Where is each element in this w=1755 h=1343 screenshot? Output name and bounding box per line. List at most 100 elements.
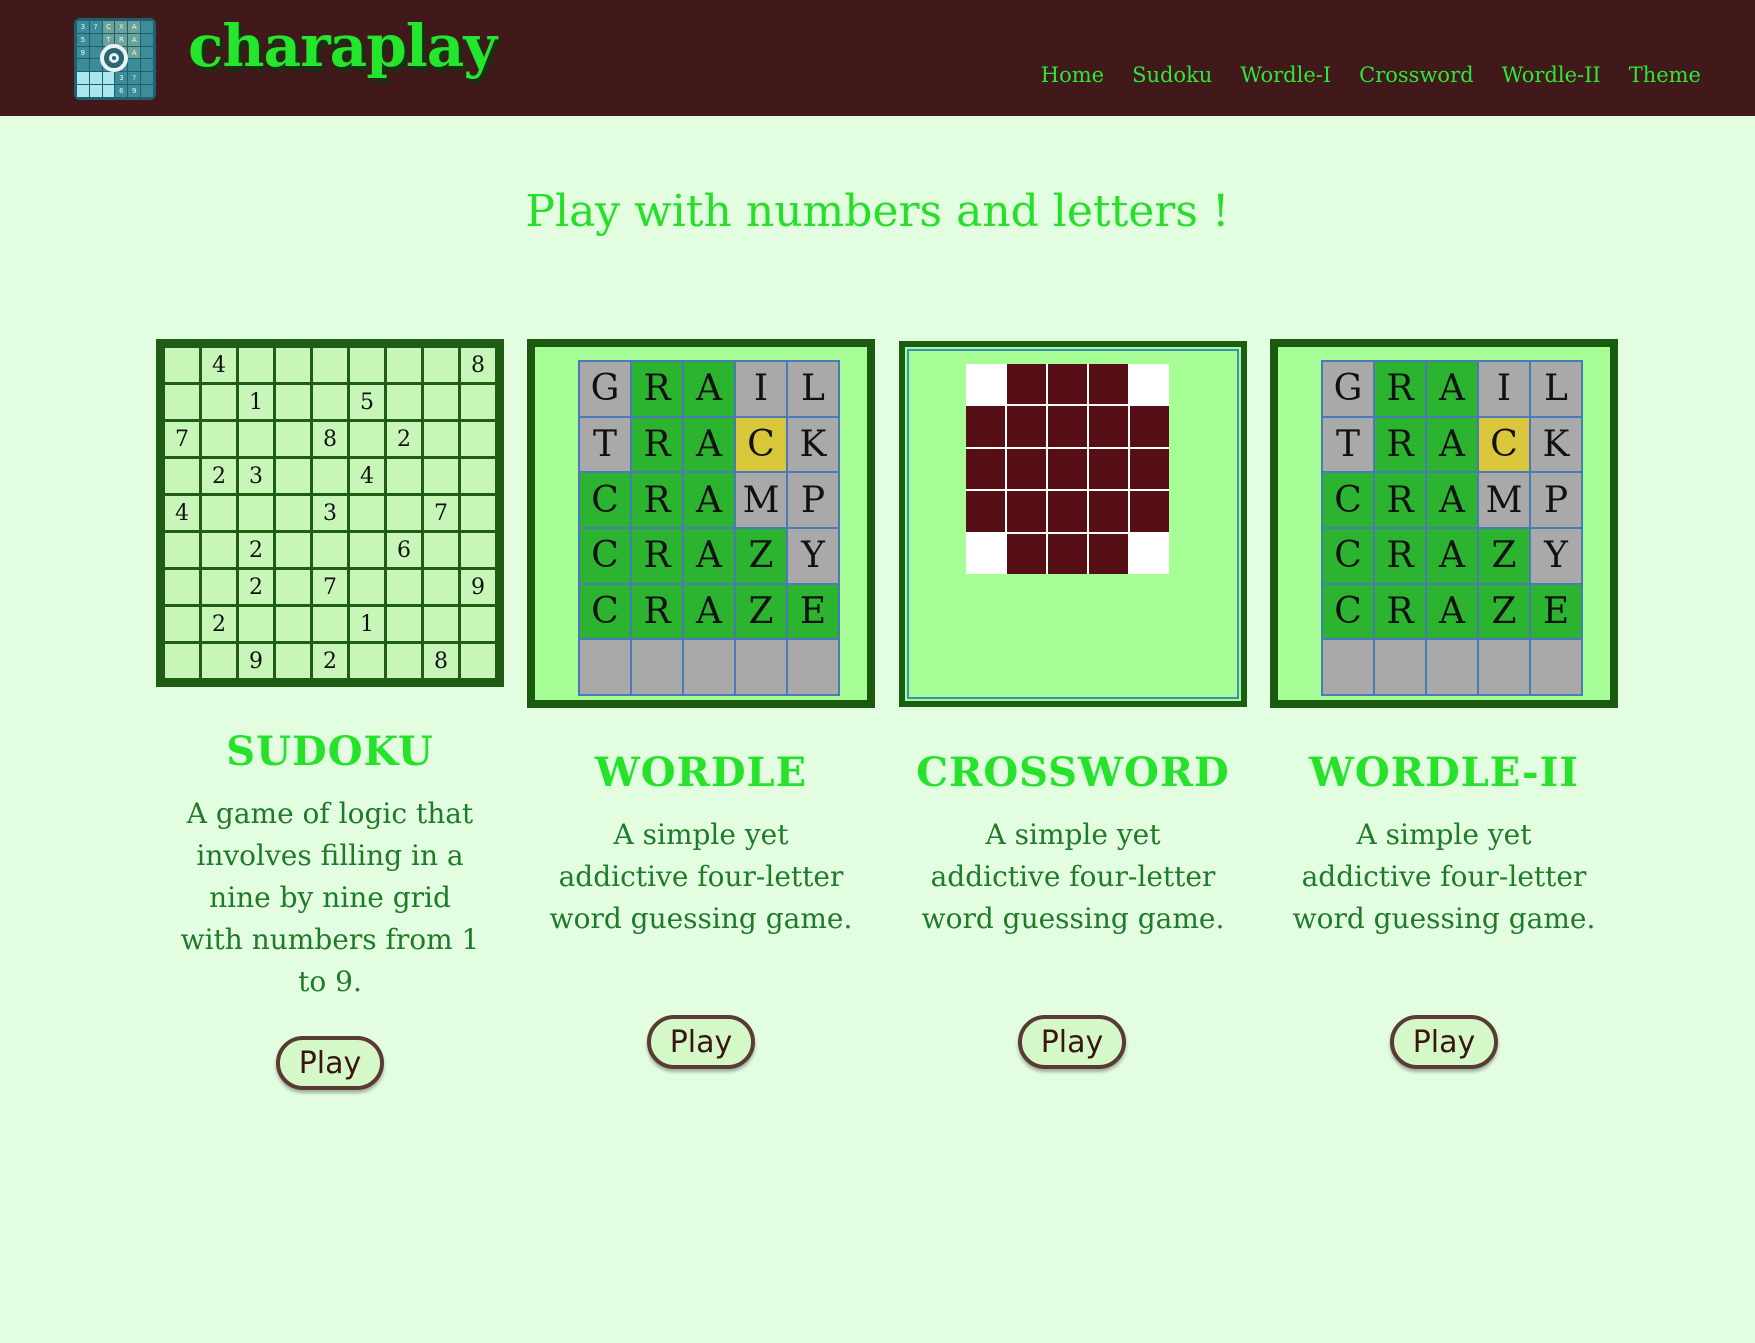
wordle-tile: R	[1375, 362, 1425, 416]
wordle-tile: M	[736, 473, 786, 527]
crossword-cell	[1007, 448, 1046, 490]
sudoku-preview-image[interactable]: 48157822344372627921928	[156, 339, 504, 687]
wordle-tile: A	[684, 362, 734, 416]
wordle-tile	[1479, 640, 1529, 694]
charaplay-logo-icon[interactable]: 3?CXA 5TRA 9EA 5 3? 69	[74, 18, 156, 100]
wordle-tile	[580, 640, 630, 694]
sudoku-cell	[313, 607, 347, 641]
crossword-preview-image[interactable]	[899, 341, 1247, 707]
brand-name[interactable]: charaplay	[188, 12, 497, 80]
sudoku-cell: 2	[239, 533, 273, 567]
sudoku-cell: 2	[313, 644, 347, 678]
crossword-cell	[1007, 533, 1046, 574]
wordle-2-preview-image[interactable]: GRAILTRACKCRAMPCRAZYCRAZE	[1270, 339, 1618, 708]
wordle-tile	[736, 640, 786, 694]
wordle-tile	[1375, 640, 1425, 694]
wordle-tile: C	[1323, 529, 1373, 583]
sudoku-cell	[202, 570, 236, 604]
sudoku-cell: 6	[387, 533, 421, 567]
wordle-tile: C	[580, 529, 630, 583]
sudoku-cell	[350, 496, 384, 530]
wordle-2-grid: GRAILTRACKCRAMPCRAZYCRAZE	[1321, 360, 1583, 696]
sudoku-cell: 2	[387, 422, 421, 456]
sudoku-cell: 8	[424, 644, 458, 678]
play-wordle-2-button[interactable]: Play	[1390, 1015, 1498, 1069]
sudoku-cell: 9	[239, 644, 273, 678]
wordle-tile: Y	[1531, 529, 1581, 583]
wordle-tile: A	[684, 584, 734, 639]
sudoku-cell	[165, 607, 199, 641]
page-headline: Play with numbers and letters !	[525, 186, 1230, 237]
wordle-preview-image[interactable]: GRAILTRACKCRAMPCRAZYCRAZE	[527, 339, 875, 708]
sudoku-cell	[239, 607, 273, 641]
crossword-cell	[1089, 491, 1128, 532]
sudoku-cell	[313, 533, 347, 567]
sudoku-cell	[202, 644, 236, 678]
wordle-card: WORDLE A simple yet addictive four-lette…	[527, 749, 875, 940]
sudoku-cell	[165, 644, 199, 678]
sudoku-cell	[387, 570, 421, 604]
nav-home[interactable]: Home	[1041, 63, 1104, 87]
wordle-tile: M	[1479, 473, 1529, 527]
nav-wordle-2[interactable]: Wordle-II	[1502, 63, 1601, 87]
wordle-tile: R	[1375, 417, 1425, 472]
sudoku-cell	[424, 422, 458, 456]
play-crossword-button[interactable]: Play	[1018, 1015, 1126, 1069]
sudoku-cell	[461, 607, 495, 641]
wordle-tile: P	[1531, 473, 1581, 527]
wordle-tile: E	[1531, 584, 1581, 639]
sudoku-cell: 7	[424, 496, 458, 530]
play-wordle-button[interactable]: Play	[647, 1015, 755, 1069]
sudoku-cell	[202, 422, 236, 456]
crossword-cell	[1048, 533, 1087, 574]
wordle-tile: G	[580, 362, 630, 416]
sudoku-cell: 1	[239, 385, 273, 419]
sudoku-cell: 2	[202, 607, 236, 641]
nav-crossword[interactable]: Crossword	[1359, 63, 1473, 87]
wordle-tile: K	[1531, 417, 1581, 472]
wordle-tile: Z	[736, 529, 786, 583]
sudoku-cell	[424, 348, 458, 382]
wordle-tile: G	[1323, 362, 1373, 416]
sudoku-cell	[276, 496, 310, 530]
sudoku-cell	[387, 385, 421, 419]
crossword-cell	[1130, 533, 1169, 574]
sudoku-cell	[313, 348, 347, 382]
crossword-cell	[966, 406, 1005, 447]
sudoku-cell	[165, 459, 199, 493]
sudoku-cell	[424, 385, 458, 419]
wordle-tile: R	[1375, 473, 1425, 527]
sudoku-cell: 3	[239, 459, 273, 493]
nav-wordle-1[interactable]: Wordle-I	[1240, 63, 1331, 87]
sudoku-cell	[165, 348, 199, 382]
sudoku-cell	[350, 644, 384, 678]
wordle-tile	[1427, 640, 1477, 694]
wordle-grid: GRAILTRACKCRAMPCRAZYCRAZE	[578, 360, 840, 696]
sudoku-cell: 4	[165, 496, 199, 530]
crossword-cell	[966, 491, 1005, 532]
nav-theme[interactable]: Theme	[1629, 63, 1701, 87]
sudoku-cell	[165, 385, 199, 419]
wordle-tile: T	[1323, 417, 1373, 472]
sudoku-cell	[387, 348, 421, 382]
sudoku-cell	[276, 385, 310, 419]
sudoku-cell	[313, 385, 347, 419]
wordle-tile: R	[632, 417, 682, 472]
sudoku-cell	[387, 496, 421, 530]
crossword-cell	[1089, 406, 1128, 447]
wordle-tile: K	[788, 417, 838, 472]
sudoku-cell	[350, 422, 384, 456]
crossword-cell	[1130, 491, 1169, 532]
crossword-cell	[1089, 364, 1128, 405]
sudoku-cell	[350, 570, 384, 604]
sudoku-cell: 4	[350, 459, 384, 493]
sudoku-cell	[387, 644, 421, 678]
sudoku-cell	[165, 533, 199, 567]
nav-sudoku[interactable]: Sudoku	[1132, 63, 1212, 87]
card-title: WORDLE	[594, 749, 808, 796]
sudoku-cell	[165, 570, 199, 604]
logo-ring-icon	[100, 44, 128, 72]
sudoku-cell: 4	[202, 348, 236, 382]
play-sudoku-button[interactable]: Play	[276, 1036, 384, 1090]
wordle-tile: A	[1427, 417, 1477, 472]
